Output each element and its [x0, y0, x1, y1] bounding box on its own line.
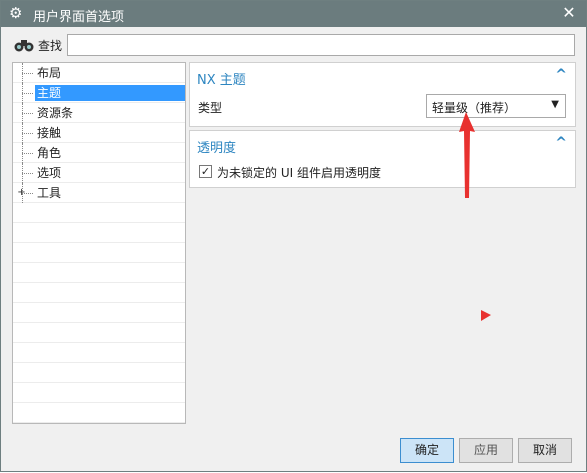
- tree-connector: [22, 63, 34, 83]
- tree-item-theme[interactable]: 主题: [13, 83, 185, 103]
- tree-item-role[interactable]: 角色: [13, 143, 185, 163]
- category-tree: 布局 主题 资源条 接触 角色 选项 + 工具: [12, 62, 186, 424]
- tree-item-label: 接触: [37, 126, 62, 140]
- tree-empty-row: [13, 323, 185, 343]
- tree-empty-row: [13, 303, 185, 323]
- tree-item-label: 布局: [37, 66, 62, 80]
- tree-item-label: 主题: [35, 85, 185, 101]
- ok-button[interactable]: 确定: [400, 438, 454, 463]
- tree-empty-row: [13, 343, 185, 363]
- tree-empty-row: [13, 203, 185, 223]
- transparency-checkbox-label: 为未锁定的 UI 组件启用透明度: [217, 166, 381, 180]
- tree-item-tools[interactable]: + 工具: [13, 183, 185, 203]
- type-label: 类型: [198, 101, 223, 115]
- dropdown-value: 轻量级（推荐）: [432, 101, 517, 115]
- tree-item-label: 资源条: [37, 106, 74, 120]
- gear-icon: ⚙: [9, 4, 23, 22]
- tree-connector: [22, 103, 34, 123]
- search-row: 查找: [1, 31, 586, 59]
- tree-connector: [22, 183, 34, 203]
- tree-item-options[interactable]: 选项: [13, 163, 185, 183]
- tree-item-resource-bar[interactable]: 资源条: [13, 103, 185, 123]
- close-icon[interactable]: ✕: [560, 4, 578, 22]
- tree-item-label: 角色: [37, 146, 62, 160]
- tree-empty-row: [13, 283, 185, 303]
- tree-empty-row: [13, 383, 185, 403]
- title-bar: ⚙ 用户界面首选项 ✕: [1, 1, 586, 27]
- transparency-panel-title: 透明度: [197, 141, 237, 156]
- tree-empty-row: [13, 263, 185, 283]
- search-label: 查找: [38, 39, 63, 53]
- transparency-checkbox[interactable]: ✓: [199, 165, 212, 178]
- tree-connector: [22, 143, 34, 163]
- tree-item-layout[interactable]: 布局: [13, 63, 185, 83]
- tree-item-touch[interactable]: 接触: [13, 123, 185, 143]
- chevron-down-icon: ▼: [551, 99, 559, 110]
- tree-empty-row: [13, 363, 185, 383]
- tree-connector: [22, 163, 34, 183]
- tree-item-label: 工具: [37, 186, 62, 200]
- collapse-icon[interactable]: ^: [555, 135, 567, 151]
- annotation-pointer: [481, 310, 491, 321]
- apply-button[interactable]: 应用: [459, 438, 513, 463]
- tree-empty-row: [13, 403, 185, 423]
- binoculars-icon: [14, 40, 34, 52]
- tree-empty-row: [13, 243, 185, 263]
- preferences-dialog: ⚙ 用户界面首选项 ✕ 查找 布局 主题 资源条 接触 角色 选项 + 工具 NX…: [0, 0, 587, 472]
- tree-connector: [22, 83, 34, 103]
- tree-empty-row: [13, 223, 185, 243]
- transparency-panel: 透明度 ^ ✓ 为未锁定的 UI 组件启用透明度: [189, 130, 576, 188]
- cancel-button[interactable]: 取消: [518, 438, 572, 463]
- collapse-icon[interactable]: ^: [555, 67, 567, 83]
- window-title: 用户界面首选项: [33, 10, 125, 25]
- tree-item-label: 选项: [37, 166, 62, 180]
- search-input[interactable]: [67, 34, 575, 56]
- tree-connector: [22, 123, 34, 143]
- theme-panel: NX 主题 ^ 类型 轻量级（推荐） ▼: [189, 62, 576, 127]
- theme-panel-title: NX 主题: [197, 73, 246, 88]
- theme-type-dropdown[interactable]: 轻量级（推荐） ▼: [426, 94, 566, 118]
